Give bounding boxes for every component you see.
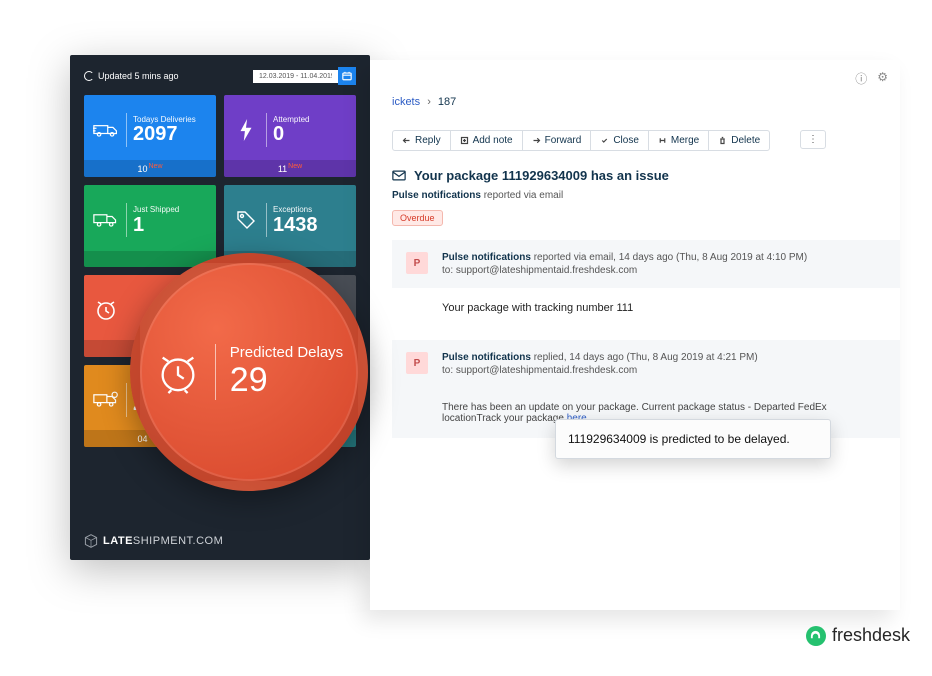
freshdesk-logo: freshdesk	[806, 625, 910, 646]
card-foot-count: 04	[137, 434, 147, 444]
card-foot-new: New	[149, 163, 163, 170]
more-actions-button[interactable]: ⋮	[800, 130, 826, 149]
avatar: P	[406, 352, 428, 374]
card-foot-count: 10	[137, 164, 147, 174]
card-label: Todays Deliveries	[133, 115, 196, 125]
lateshipment-logo: LATESHIPMENT.COM	[84, 534, 223, 548]
card-label: Exceptions	[273, 205, 318, 215]
message-to: to: support@lateshipmentaid.freshdesk.co…	[442, 365, 886, 376]
ticket-thread: P Pulse notifications reported via email…	[392, 240, 900, 438]
card-value: 1	[133, 215, 179, 235]
alarm-clock-icon	[92, 298, 120, 322]
truck-icon	[92, 208, 120, 232]
date-range-input[interactable]	[253, 70, 338, 83]
envelope-icon	[392, 170, 406, 181]
bolt-icon	[232, 118, 260, 142]
transit-truck-icon	[92, 388, 120, 412]
card-todays-deliveries[interactable]: Todays Deliveries 2097 10New	[84, 95, 216, 177]
avatar: P	[406, 252, 428, 274]
magnifier-value: 29	[230, 361, 343, 400]
magnifier-label: Predicted Delays	[230, 344, 343, 361]
thread-message[interactable]: P Pulse notifications reported via email…	[392, 240, 900, 288]
card-value: 0	[273, 124, 309, 144]
calendar-button[interactable]	[338, 67, 356, 85]
card-foot-new: New	[288, 163, 302, 170]
freshdesk-panel: ⓘ ⚙ ickets › 187 Reply Add note Forward …	[370, 60, 900, 610]
info-icon[interactable]: ⓘ	[855, 70, 867, 87]
add-note-button[interactable]: Add note	[451, 131, 523, 150]
reporter-name[interactable]: Pulse notifications	[392, 190, 481, 201]
card-foot-count: 11	[278, 164, 287, 174]
merge-button[interactable]: Merge	[649, 131, 709, 150]
refresh-icon	[84, 71, 94, 81]
ticket-subject: Your package 111929634009 has an issue	[414, 168, 669, 183]
breadcrumb[interactable]: ickets › 187	[392, 96, 456, 108]
card-label: Just Shipped	[133, 205, 179, 215]
forward-button[interactable]: Forward	[523, 131, 592, 150]
magnifier-highlight: Predicted Delays 29	[130, 253, 368, 491]
delete-button[interactable]: Delete	[709, 131, 769, 150]
close-button[interactable]: Close	[591, 131, 649, 150]
date-picker[interactable]	[253, 67, 356, 85]
card-value: 1438	[273, 215, 318, 235]
reported-via: reported via email	[484, 190, 563, 201]
chevron-right-icon: ›	[427, 96, 431, 108]
updated-label: Updated 5 mins ago	[98, 71, 179, 81]
highlighted-callout: 111929634009 is predicted to be delayed.	[555, 419, 831, 459]
reply-button[interactable]: Reply	[393, 131, 451, 150]
card-label: Attempted	[273, 115, 309, 125]
message-body-preview: Your package with tracking number 111	[392, 288, 900, 340]
refresh-status[interactable]: Updated 5 mins ago	[84, 71, 179, 81]
calendar-icon	[342, 71, 352, 81]
card-just-shipped[interactable]: Just Shipped 1	[84, 185, 216, 267]
message-to: to: support@lateshipmentaid.freshdesk.co…	[442, 265, 886, 276]
cube-icon	[84, 534, 98, 548]
breadcrumb-prev[interactable]: ickets	[392, 96, 420, 108]
tag-icon	[232, 208, 260, 232]
card-value: 2097	[133, 124, 196, 144]
card-attempted[interactable]: Attempted 0 11New	[224, 95, 356, 177]
freshdesk-icon	[806, 626, 826, 646]
breadcrumb-current: 187	[438, 96, 456, 108]
alarm-clock-icon	[155, 349, 201, 395]
ticket-actions: Reply Add note Forward Close Merge Delet…	[392, 130, 770, 151]
thread-message[interactable]: P Pulse notifications replied, 14 days a…	[392, 340, 900, 388]
overdue-badge: Overdue	[392, 210, 443, 226]
delivery-truck-icon	[92, 118, 120, 142]
gear-icon[interactable]: ⚙	[877, 70, 888, 87]
